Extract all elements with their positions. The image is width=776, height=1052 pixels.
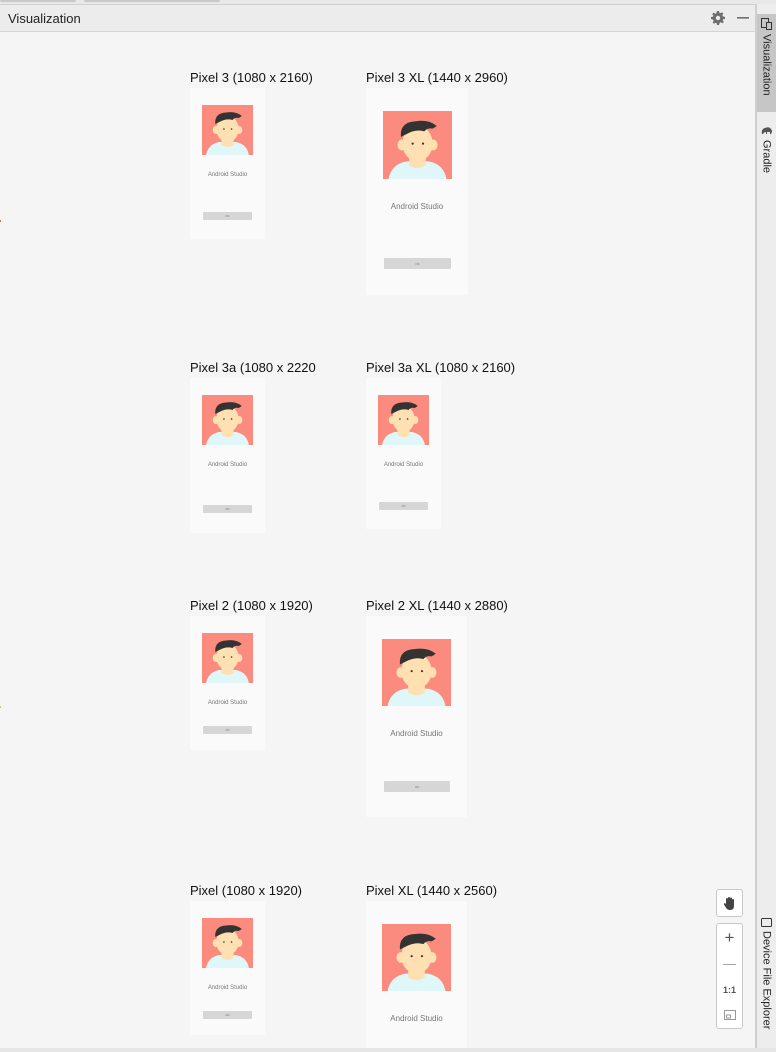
ok-button[interactable]: OK <box>203 1011 252 1019</box>
app-title-text: Android Studio <box>390 729 443 738</box>
device-preview-pixel-3a[interactable]: Android Studio OK <box>190 378 265 533</box>
avatar-image <box>202 105 253 155</box>
avatar-image <box>202 633 253 683</box>
zoom-out-button[interactable]: — <box>717 951 742 975</box>
minimize-icon[interactable] <box>734 9 752 27</box>
ok-button[interactable]: OK <box>384 258 451 269</box>
app-title-text: Android Studio <box>390 1014 443 1023</box>
avatar-image <box>383 111 452 179</box>
device-label-pixel-2-xl: Pixel 2 XL (1440 x 2880) <box>366 598 508 613</box>
device-preview-pixel-2[interactable]: Android Studio OK <box>190 616 265 750</box>
device-label-pixel-3a-xl: Pixel 3a XL (1080 x 2160) <box>366 360 516 375</box>
device-label-pixel-3a: Pixel 3a (1080 x 2220) <box>190 360 316 375</box>
device-preview-pixel-2-xl[interactable]: Android Studio OK <box>366 616 467 817</box>
pan-button[interactable] <box>716 889 743 917</box>
app-title-text: Android Studio <box>207 172 248 178</box>
zoom-in-button[interactable]: + <box>717 926 742 950</box>
ok-button[interactable]: OK <box>203 505 252 513</box>
device-preview-pixel[interactable]: Android Studio OK <box>190 901 265 1035</box>
tab-label: Visualization <box>760 34 773 96</box>
tab-device-file-explorer[interactable]: Device File Explorer <box>757 914 776 1044</box>
editor-tab[interactable] <box>84 0 220 2</box>
device-icon <box>761 18 773 30</box>
avatar-image <box>382 639 451 706</box>
app-title-text: Android Studio <box>390 202 444 211</box>
preview-canvas[interactable]: Pixel 3 (1080 x 2160) Pixel 3 XL (1440 x… <box>0 32 755 1048</box>
device-label-pixel-3: Pixel 3 (1080 x 2160) <box>190 70 313 85</box>
app-title-text: Android Studio <box>207 462 248 468</box>
gutter-marker <box>0 706 1 708</box>
gutter-marker <box>0 220 1 222</box>
avatar-image <box>382 924 451 991</box>
ok-button[interactable]: OK <box>379 502 428 510</box>
app-title-text: Android Studio <box>383 462 424 468</box>
gear-icon[interactable] <box>709 9 727 27</box>
gradle-elephant-icon <box>761 126 773 136</box>
device-label-pixel-3-xl: Pixel 3 XL (1440 x 2960) <box>366 70 508 85</box>
ok-button[interactable]: OK <box>203 726 252 734</box>
tab-label: Device File Explorer <box>760 931 773 1030</box>
app-title-text: Android Studio <box>207 700 248 706</box>
app-title-text: Android Studio <box>207 985 248 991</box>
zoom-controls: + — 1:1 <box>716 923 743 1029</box>
device-preview-pixel-3-xl[interactable]: Android Studio OK <box>366 88 468 295</box>
ok-button[interactable]: OK <box>384 781 450 792</box>
device-label-pixel-xl: Pixel XL (1440 x 2560) <box>366 883 498 898</box>
tab-label: Gradle <box>760 140 773 174</box>
avatar-image <box>202 918 253 968</box>
status-bar <box>0 1048 776 1052</box>
panel-header: Visualization <box>0 5 755 32</box>
tab-gradle[interactable]: Gradle <box>757 122 776 182</box>
device-preview-pixel-3[interactable]: Android Studio OK <box>190 88 265 239</box>
visualization-panel: Visualization Pixel 3 (1080 x 2160) Pixe… <box>0 4 756 1048</box>
fit-screen-icon[interactable] <box>717 1003 742 1027</box>
editor-tab[interactable] <box>0 0 76 2</box>
panel-title: Visualization <box>8 11 81 26</box>
device-preview-pixel-xl[interactable]: Android StudioOK <box>366 901 467 1048</box>
right-tool-window-bar: Visualization Gradle Device File Explore… <box>756 4 776 1048</box>
hand-icon[interactable] <box>717 890 742 916</box>
phone-icon <box>761 918 773 927</box>
avatar-image <box>202 395 253 445</box>
avatar-image <box>378 395 429 445</box>
ok-button[interactable]: OK <box>203 212 252 220</box>
actual-size-button[interactable]: 1:1 <box>717 978 742 1002</box>
device-preview-pixel-3a-xl[interactable]: Android Studio OK <box>366 378 441 529</box>
device-label-pixel: Pixel (1080 x 1920) <box>190 883 303 898</box>
device-label-pixel-2: Pixel 2 (1080 x 1920) <box>190 598 313 613</box>
tab-visualization[interactable]: Visualization <box>757 14 776 112</box>
